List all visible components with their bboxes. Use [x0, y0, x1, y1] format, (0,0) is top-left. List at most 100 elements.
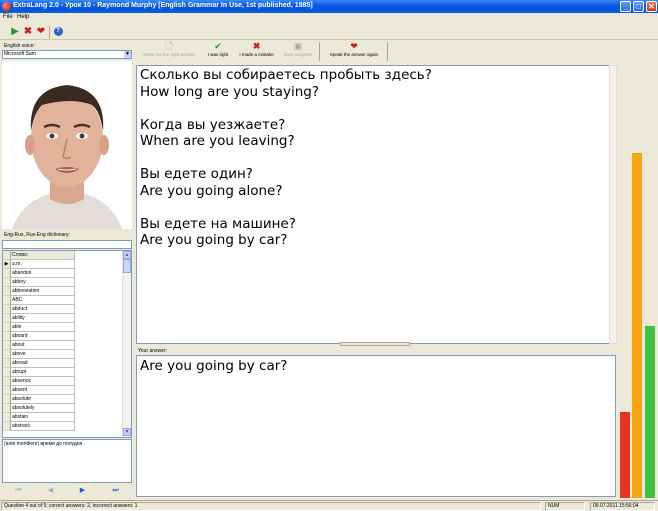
answer-text: Are you going by car? — [140, 358, 288, 374]
dictionary-word[interactable]: abrupt — [11, 368, 75, 377]
dictionary-word[interactable]: absent — [11, 386, 75, 395]
i-made-mistake-button[interactable]: ✖ I made a mistake — [235, 41, 278, 62]
status-text: Question 4 out of 5; correct answers: 2,… — [1, 502, 541, 511]
table-row[interactable]: abstract — [3, 422, 123, 431]
row-indicator — [3, 368, 11, 377]
app-icon — [2, 2, 11, 11]
dictionary-word[interactable]: abstract — [11, 422, 75, 431]
chevron-down-icon[interactable]: ▼ — [124, 51, 131, 58]
dictionary-word[interactable]: abduct — [11, 305, 75, 314]
table-row[interactable]: abroad — [3, 359, 123, 368]
table-row[interactable]: absolute — [3, 395, 123, 404]
dictionary-grid[interactable]: Слово: ▶ a.m. abandon abbey abbreviation ABC ab… — [2, 250, 132, 438]
answer-input[interactable]: Are you going by car? — [136, 355, 616, 497]
table-row[interactable]: ▶ a.m. — [3, 260, 123, 269]
splitter-handle[interactable] — [340, 342, 410, 346]
next-icon[interactable]: ▶ — [78, 487, 87, 495]
row-indicator — [3, 359, 11, 368]
total-bar — [632, 153, 642, 498]
progress-meter — [619, 65, 657, 498]
dictionary-word[interactable]: absolute — [11, 395, 75, 404]
i-was-right-button[interactable]: ✔ I was right — [204, 41, 232, 62]
scroll-thumb[interactable] — [123, 259, 131, 273]
table-row[interactable]: absent — [3, 386, 123, 395]
check-icon: ✔ — [214, 41, 222, 51]
avatar — [2, 61, 132, 229]
heart-icon[interactable]: ❤ — [35, 26, 47, 38]
question-scrollbar[interactable] — [609, 65, 617, 344]
status-bar: Question 4 out of 5; correct answers: 2,… — [0, 500, 658, 511]
dictionary-header-cell[interactable]: Слово: — [11, 251, 75, 260]
main-toolbar: ▶ ✖ ❤ ? — [0, 23, 658, 40]
table-row[interactable]: ABC — [3, 296, 123, 305]
row-indicator: ▶ — [3, 260, 11, 269]
dictionary-search-input[interactable] — [2, 240, 132, 249]
save-progress-button[interactable]: ▣ Save progress — [280, 41, 316, 62]
show-right-answer-button[interactable]: 🗋 Show me the right answer — [137, 41, 201, 62]
help-icon[interactable]: ? — [52, 26, 64, 38]
question-text: Сколько вы собираетесь пробыть здесь? Ho… — [140, 67, 432, 248]
table-row[interactable]: abbreviation — [3, 287, 123, 296]
play-icon[interactable]: ▶ — [9, 26, 21, 38]
menu-help[interactable]: Help — [17, 14, 29, 20]
translation-text: (ante meridiem) время до полудня — [4, 441, 83, 447]
dictionary-word[interactable]: above — [11, 350, 75, 359]
row-indicator — [3, 413, 11, 422]
row-indicator — [3, 305, 11, 314]
dictionary-word[interactable]: abbey — [11, 278, 75, 287]
voice-select[interactable]: Microsoft Sam ▼ — [2, 50, 132, 59]
dictionary-word[interactable]: abstain — [11, 413, 75, 422]
dictionary-scrollbar[interactable]: ▲ ▼ — [122, 251, 131, 437]
row-indicator — [3, 323, 11, 332]
table-row[interactable]: abbey — [3, 278, 123, 287]
row-indicator — [3, 386, 11, 395]
table-row[interactable]: absence — [3, 377, 123, 386]
translation-box: (ante meridiem) время до полудня — [2, 439, 132, 483]
voice-label: English voice: — [4, 43, 35, 49]
x-icon: ✖ — [252, 41, 261, 51]
table-row[interactable]: ability — [3, 314, 123, 323]
table-row[interactable]: abandon — [3, 269, 123, 278]
maximize-button[interactable]: □ — [633, 1, 644, 12]
menu-file[interactable]: File — [3, 14, 13, 20]
table-row[interactable]: abduct — [3, 305, 123, 314]
table-row[interactable]: aboard — [3, 332, 123, 341]
dictionary-word[interactable]: aboard — [11, 332, 75, 341]
dictionary-word[interactable]: ABC — [11, 296, 75, 305]
dictionary-header: Слово: — [3, 251, 123, 260]
row-indicator — [3, 422, 11, 431]
dictionary-word[interactable]: absence — [11, 377, 75, 386]
dictionary-word[interactable]: abandon — [11, 269, 75, 278]
dictionary-word[interactable]: absolutely — [11, 404, 75, 413]
dictionary-word[interactable]: about — [11, 341, 75, 350]
row-indicator — [3, 251, 11, 260]
dictionary-word[interactable]: abroad — [11, 359, 75, 368]
answer-toolbar: 🗋 Show me the right answer ✔ I was right… — [135, 40, 617, 63]
dictionary-word[interactable]: abbreviation — [11, 287, 75, 296]
table-row[interactable]: above — [3, 350, 123, 359]
stop-icon[interactable]: ✖ — [22, 26, 34, 38]
close-button[interactable]: ✕ — [646, 1, 657, 12]
scroll-down-icon[interactable]: ▼ — [123, 428, 131, 436]
first-icon[interactable]: ⏮ — [14, 487, 23, 495]
speak-again-button[interactable]: ❤ Speak the answer again — [323, 41, 385, 62]
table-row[interactable]: about — [3, 341, 123, 350]
last-icon[interactable]: ⏭ — [111, 487, 120, 495]
table-row[interactable]: abstain — [3, 413, 123, 422]
dictionary-word[interactable]: able — [11, 323, 75, 332]
minimize-button[interactable]: _ — [620, 1, 631, 12]
status-num: NUM — [545, 502, 585, 511]
previous-icon[interactable]: ◀ — [46, 487, 55, 495]
table-row[interactable]: able — [3, 323, 123, 332]
row-indicator — [3, 287, 11, 296]
dictionary-label: Eng-Rus, Rus-Eng dictionary: — [4, 232, 70, 238]
row-indicator — [3, 269, 11, 278]
table-row[interactable]: absolutely — [3, 404, 123, 413]
incorrect-bar — [620, 412, 630, 498]
dictionary-word[interactable]: a.m. — [11, 260, 75, 269]
dictionary-word[interactable]: ability — [11, 314, 75, 323]
table-row[interactable]: abrupt — [3, 368, 123, 377]
scroll-up-icon[interactable]: ▲ — [123, 251, 131, 259]
row-indicator — [3, 350, 11, 359]
status-datetime: 09.07.2011 15:56:04 — [590, 502, 655, 511]
